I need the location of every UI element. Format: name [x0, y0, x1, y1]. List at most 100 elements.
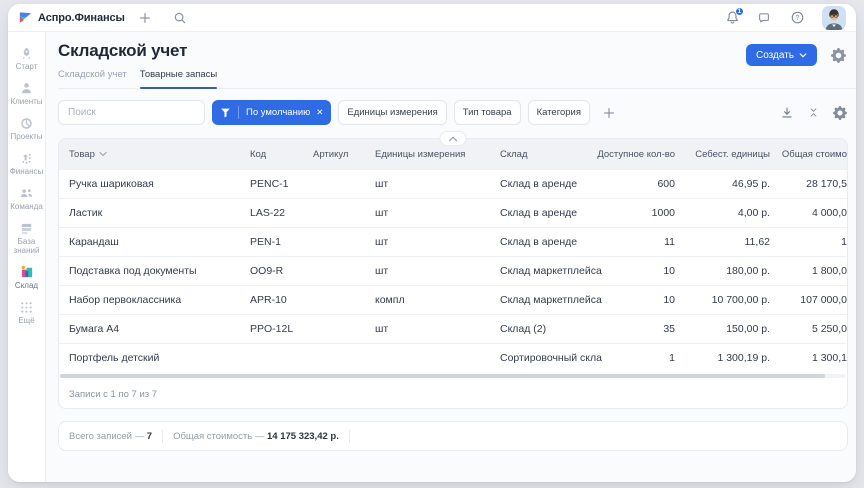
cell-5-0: Бумага А4: [59, 323, 240, 335]
cell-2-7: 1: [770, 236, 847, 248]
cell-1-5: 1000: [594, 207, 675, 219]
cell-6-5: 1: [594, 352, 675, 364]
table-row[interactable]: Ручка шариковаяPENC-1штСклад в аренде600…: [59, 169, 847, 198]
column-header-5[interactable]: Доступное кол-во: [594, 149, 675, 160]
cell-2-0: Карандаш: [59, 236, 240, 248]
sidebar-item-knowledge[interactable]: База знаний: [8, 220, 46, 255]
sidebar-item-clients[interactable]: Клиенты: [8, 80, 46, 106]
add-filter-icon[interactable]: [602, 106, 616, 120]
column-header-0[interactable]: Товар: [59, 149, 240, 160]
search-icon[interactable]: [173, 11, 187, 25]
cell-4-6: 10 700,00 р.: [675, 294, 770, 306]
cell-6-6: 1 300,19 р.: [675, 352, 770, 364]
cell-3-0: Подставка под документы: [59, 265, 240, 277]
scrollbar-thumb[interactable]: [60, 374, 825, 378]
table-settings-gear-icon[interactable]: [833, 106, 847, 120]
cell-3-5: 10: [594, 265, 675, 277]
sidebar: Старт Клиенты Проекты Финансы Команда База зн…: [8, 32, 46, 482]
projects-icon: [19, 115, 34, 131]
column-header-2[interactable]: Артикул: [303, 149, 365, 160]
column-header-4[interactable]: Склад: [490, 149, 594, 160]
horizontal-scrollbar[interactable]: [59, 372, 847, 380]
sidebar-item-label: Склад: [15, 281, 38, 290]
active-filter-label: По умолчанию: [246, 107, 310, 118]
cell-3-3: шт: [365, 265, 490, 277]
cell-4-5: 10: [594, 294, 675, 306]
cell-4-4: Склад маркетплейса: [490, 294, 594, 306]
sidebar-item-label: Клиенты: [10, 97, 42, 106]
sidebar-item-warehouse[interactable]: Склад: [8, 264, 46, 290]
filter-button-1[interactable]: Тип товара: [454, 100, 521, 125]
cell-2-4: Склад в аренде: [490, 236, 594, 248]
inventory-table: ТоварКодАртикулЕдиницы измеренияСкладДос…: [58, 138, 848, 409]
create-button[interactable]: Создать: [746, 44, 817, 66]
sidebar-item-start[interactable]: Старт: [8, 45, 46, 71]
finance-icon: [19, 150, 34, 166]
page-settings-gear-icon[interactable]: [831, 48, 846, 63]
download-icon[interactable]: [780, 106, 794, 120]
page-header: Складской учет Создать: [58, 40, 848, 62]
cell-5-4: Склад (2): [490, 323, 594, 335]
sidebar-item-label: Старт: [16, 62, 38, 71]
filter-button-2[interactable]: Категория: [528, 100, 590, 125]
notifications-bell-icon[interactable]: 1: [725, 10, 740, 25]
table-row[interactable]: Портфель детскийСортировочный скла11 300…: [59, 343, 847, 372]
column-header-3[interactable]: Единицы измерения: [365, 149, 490, 160]
page-title: Складской учет: [58, 40, 187, 62]
cell-4-1: APR-10: [240, 294, 303, 306]
app-window: Аспро.Финансы 1 ? СтартКлиентыПроектыФин…: [8, 4, 856, 482]
add-icon[interactable]: [138, 11, 152, 25]
cell-5-6: 150,00 р.: [675, 323, 770, 335]
cell-6-7: 1 300,1: [770, 352, 847, 364]
cell-0-0: Ручка шариковая: [59, 178, 240, 190]
active-filter-chip[interactable]: По умолчанию ✕: [212, 100, 331, 125]
cell-5-3: шт: [365, 323, 490, 335]
cell-5-5: 35: [594, 323, 675, 335]
summary-divider: [349, 430, 350, 443]
sidebar-item-projects[interactable]: Проекты: [8, 115, 46, 141]
cell-3-7: 1 800,0: [770, 265, 847, 277]
table-row[interactable]: Набор первоклассникаAPR-10комплСклад мар…: [59, 285, 847, 314]
table-row[interactable]: Бумага А4PPO-12L штСклад (2)35150,00 р.5 …: [59, 314, 847, 343]
records-info: Записи с 1 по 7 из 7: [59, 380, 847, 408]
column-header-1[interactable]: Код: [240, 149, 303, 160]
cell-5-1: PPO-12L: [240, 323, 303, 335]
column-header-7[interactable]: Общая стоимо: [770, 149, 847, 160]
chevron-down-icon: [799, 53, 807, 58]
sidebar-item-team[interactable]: Команда: [8, 185, 46, 211]
filter-button-0[interactable]: Единицы измерения: [338, 100, 446, 125]
cell-0-7: 28 170,5: [770, 178, 847, 190]
notification-badge: 1: [735, 7, 745, 17]
sidebar-item-label: Команда: [10, 202, 43, 211]
cell-5-7: 5 250,0: [770, 323, 847, 335]
chat-icon[interactable]: [757, 11, 771, 25]
collapse-table-button[interactable]: [440, 131, 467, 146]
app-logo-icon: [18, 10, 33, 25]
tab-0[interactable]: Складской учет: [58, 69, 127, 88]
column-header-6[interactable]: Себест. единицы: [675, 149, 770, 160]
tab-1[interactable]: Товарные запасы: [140, 69, 218, 88]
sidebar-item-label: Ещё: [18, 316, 34, 325]
cell-1-7: 4 000,0: [770, 207, 847, 219]
search-input[interactable]: [58, 100, 205, 125]
main-content: Складской учет Создать Складской учет Тов…: [46, 32, 856, 482]
cell-0-4: Склад в аренде: [490, 178, 594, 190]
cell-3-4: Склад маркетплейса: [490, 265, 594, 277]
cell-1-6: 4,00 р.: [675, 207, 770, 219]
sidebar-item-finance[interactable]: Финансы: [8, 150, 46, 176]
cell-6-0: Портфель детский: [59, 352, 240, 364]
avatar[interactable]: [822, 6, 846, 30]
table-row[interactable]: Подставка под документыOO9-RштСклад марк…: [59, 256, 847, 285]
remove-filter-icon[interactable]: ✕: [316, 107, 323, 118]
collapse-rows-icon[interactable]: [808, 107, 819, 118]
cell-0-5: 600: [594, 178, 675, 190]
more-icon: [20, 299, 33, 315]
help-icon[interactable]: ?: [790, 10, 805, 25]
sort-chevron-icon: [99, 151, 107, 157]
summary-item-1: Общая стоимость — 14 175 323,42 р.: [173, 431, 339, 442]
cell-1-0: Ластик: [59, 207, 240, 219]
cell-2-5: 11: [594, 236, 675, 248]
sidebar-item-more[interactable]: Ещё: [8, 299, 46, 325]
table-row[interactable]: КарандашPEN-1штСклад в аренде1111,621: [59, 227, 847, 256]
table-row[interactable]: ЛастикLAS-22штСклад в аренде10004,00 р.4…: [59, 198, 847, 227]
